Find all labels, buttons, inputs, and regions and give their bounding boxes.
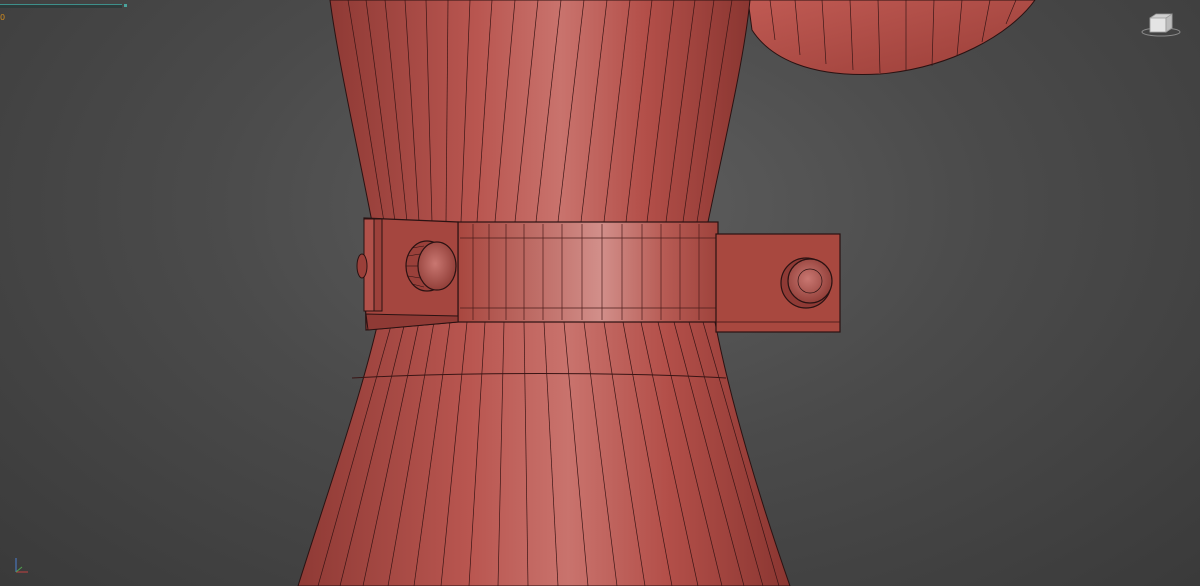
3d-scene-mesh	[297, 0, 1036, 586]
upper-disc-mesh	[747, 0, 1036, 76]
clamp-band-mesh	[457, 221, 719, 323]
axis-tripod-icon	[15, 558, 28, 573]
3d-viewport[interactable]: 0	[0, 0, 1200, 586]
left-knob	[405, 240, 457, 292]
left-knob-side	[356, 253, 368, 279]
viewcube-icon[interactable]	[1140, 8, 1182, 38]
viewport-stats-label: 0	[0, 13, 6, 22]
viewport-stats-bar	[0, 4, 122, 8]
viewport-stats-tick	[124, 4, 127, 7]
right-knob	[780, 257, 833, 309]
lower-body-mesh	[297, 321, 791, 586]
